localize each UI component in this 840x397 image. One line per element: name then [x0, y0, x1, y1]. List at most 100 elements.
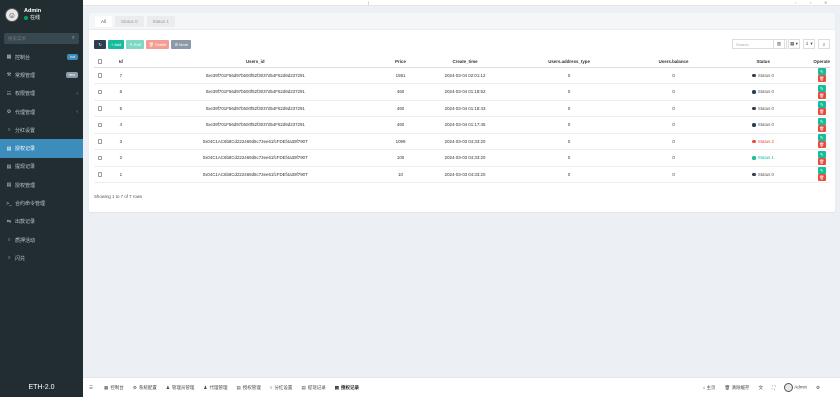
tab-0[interactable]: All [95, 16, 113, 27]
sidebar-item-3[interactable]: ⚙ 代理管理 ‹ [0, 103, 83, 121]
window-close-icon[interactable]: ✕ [824, 0, 827, 5]
home-link[interactable]: ⌂ 主页 [703, 385, 716, 391]
menu-item-icon: ▤ [6, 182, 12, 189]
footer-tab-label: 系统配置 [138, 384, 157, 390]
sidebar-item-5[interactable]: ▤ 授权记录 [0, 139, 83, 158]
table-row: 1 0x04C1AC6b8Cd222469d5c73ee61fcFDEf4a39f… [94, 166, 830, 183]
cell-time: 2024-03-04 01:18:43 [426, 100, 505, 117]
menu-item-icon: ⚒ [6, 72, 12, 79]
table-tool-button[interactable]: ▥ [773, 39, 785, 49]
sidebar-item-6[interactable]: ▤ 提现记录 [0, 158, 83, 176]
row-checkbox[interactable] [97, 155, 103, 161]
sidebar-item-0[interactable]: ▦ 控制台 hot [0, 48, 83, 66]
delete-button[interactable]: 🗑 Delete [145, 40, 170, 49]
minimize-icon[interactable]: ‹ [795, 0, 796, 5]
edit-row-button[interactable]: ✎ [817, 167, 826, 175]
select-all-checkbox[interactable] [97, 59, 103, 64]
delete-row-button[interactable]: 🗑 [817, 141, 826, 149]
footer-tab-7[interactable]: ▤ 提现记录 [301, 385, 325, 391]
footer-tab-1[interactable]: ▦ 控制台 [104, 385, 124, 391]
delete-row-button[interactable]: 🗑 [817, 108, 826, 116]
row-checkbox[interactable] [97, 106, 103, 111]
language-icon[interactable]: 文 [759, 385, 764, 391]
row-checkbox[interactable] [97, 73, 103, 78]
toolbar: ↻ + Add ✎ Edit 🗑 Delete ⚙ More Search ▥ ▦… [94, 39, 830, 50]
footer-user[interactable]: Admin [784, 383, 807, 392]
edit-row-button[interactable]: ✎ [817, 68, 826, 76]
sidebar-item-11[interactable]: ○ 闪兑 [0, 249, 83, 267]
status-dot-icon [752, 90, 756, 94]
table-tool-button[interactable]: ⇓ ▾ [803, 39, 815, 49]
avatar[interactable]: ☺ [5, 8, 19, 22]
clear-cache-button[interactable]: 🗑 清除缓存 [725, 385, 750, 391]
footer-tab-2[interactable]: ⚙ 系统配置 [133, 385, 157, 391]
cell-balance: 0 [634, 166, 713, 183]
footer-tab-6[interactable]: ○ 分红设置 [270, 385, 293, 391]
edit-row-button[interactable]: ✎ [817, 117, 826, 125]
row-checkbox-cell [94, 116, 107, 134]
settings-icon[interactable]: ⚙ [816, 385, 820, 391]
cell-balance: 0 [634, 116, 713, 134]
menu-item-icon: ▦ [6, 54, 12, 61]
status-label: Status 0 [757, 122, 774, 128]
row-checkbox[interactable] [97, 172, 103, 177]
cell-id: 4 [106, 116, 136, 134]
delete-row-button[interactable]: 🗑 [817, 91, 826, 99]
sidebar: ☺ Admin 在线 ⌕ ▦控制台 hot ⚒常规管理 new ☷权限管理 ‹ ⚙代理管理 ‹… [0, 0, 83, 397]
menu-item-icon: ☷ [6, 90, 12, 97]
add-button[interactable]: + Add [108, 40, 125, 49]
status-dot-icon [752, 106, 756, 111]
cell-users_id: 0xe39f701F56d97b500f52f3037d54F62d9d2372… [135, 83, 376, 101]
tab-1[interactable]: Status 0 [115, 16, 144, 27]
tab-2[interactable]: Status 1 [146, 16, 176, 27]
menu-search-input[interactable] [8, 36, 68, 41]
footer-tab-3[interactable]: ♟ 管理员管理 [166, 385, 195, 391]
delete-row-button[interactable]: 🗑 [817, 75, 826, 83]
divider-icon: | [368, 0, 370, 5]
table-tools: ▥ ▦ ▾ ⇓ ▾ ⌕ [773, 39, 830, 49]
footer-tab-0[interactable]: ☰ [89, 385, 95, 391]
sidebar-item-8[interactable]: >_ 合约命令管理 [0, 194, 83, 212]
footer-tab-5[interactable]: ▤ 授权管理 [236, 385, 260, 391]
column-header: Operate [813, 56, 830, 68]
table-tool-button[interactable]: ▦ ▾ [788, 39, 800, 49]
row-checkbox[interactable] [97, 122, 103, 128]
sidebar-item-2[interactable]: ☷ 权限管理 ‹ [0, 85, 83, 103]
nav-icon[interactable]: › [810, 0, 811, 5]
footer-avatar [784, 383, 794, 392]
delete-row-button[interactable]: 🗑 [817, 157, 826, 165]
table-tool-button[interactable]: ⌕ [818, 39, 830, 49]
content-panel: All Status 0 Status 1 ↻ + Add ✎ Edit 🗑 Del… [89, 13, 835, 212]
sidebar-item-9[interactable]: ⇆ 出款记录 [0, 213, 83, 231]
row-checkbox[interactable] [97, 89, 103, 95]
edit-row-button[interactable]: ✎ [817, 150, 826, 158]
cell-price: 100 [375, 149, 426, 167]
sidebar-item-1[interactable]: ⚒ 常规管理 new [0, 66, 83, 84]
more-button[interactable]: ⚙ More [171, 40, 192, 49]
delete-row-button[interactable]: 🗑 [817, 174, 826, 182]
edit-row-button[interactable]: ✎ [817, 101, 826, 109]
edit-row-button[interactable]: ✎ [817, 134, 826, 142]
cell-id: 5 [106, 100, 136, 117]
footer-tab-label: 分红设置 [274, 384, 293, 390]
sidebar-item-label: 出款记录 [15, 219, 36, 226]
menu-badge: hot [67, 54, 78, 60]
footer-tab-8[interactable]: ▤ 授权记录 [335, 385, 359, 391]
sidebar-item-label: 代理管理 [15, 109, 36, 116]
sidebar-item-7[interactable]: ▤ 授权管理 [0, 176, 83, 194]
delete-row-button[interactable]: 🗑 [817, 124, 826, 132]
row-checkbox[interactable] [97, 139, 103, 144]
sidebar-item-4[interactable]: ○ 分红设置 [0, 121, 83, 139]
cell-status: Status 1 [712, 149, 814, 167]
cell-status: Status 0 [712, 116, 814, 134]
menu-search[interactable]: ⌕ [4, 33, 79, 44]
cell-time: 2024-03-04 01:17:45 [426, 116, 505, 134]
cell-time: 2024-03-03 04:33:20 [426, 149, 505, 167]
refresh-button[interactable]: ↻ [94, 40, 106, 49]
footer-tab-4[interactable]: ♟ 代理管理 [203, 385, 227, 391]
edit-row-button[interactable]: ✎ [817, 84, 826, 92]
sidebar-item-10[interactable]: ○ 质押活动 [0, 231, 83, 249]
fullscreen-icon[interactable]: ⛶ [772, 385, 775, 390]
search-icon[interactable]: ⌕ [72, 35, 75, 42]
edit-button[interactable]: ✎ Edit [126, 40, 144, 49]
